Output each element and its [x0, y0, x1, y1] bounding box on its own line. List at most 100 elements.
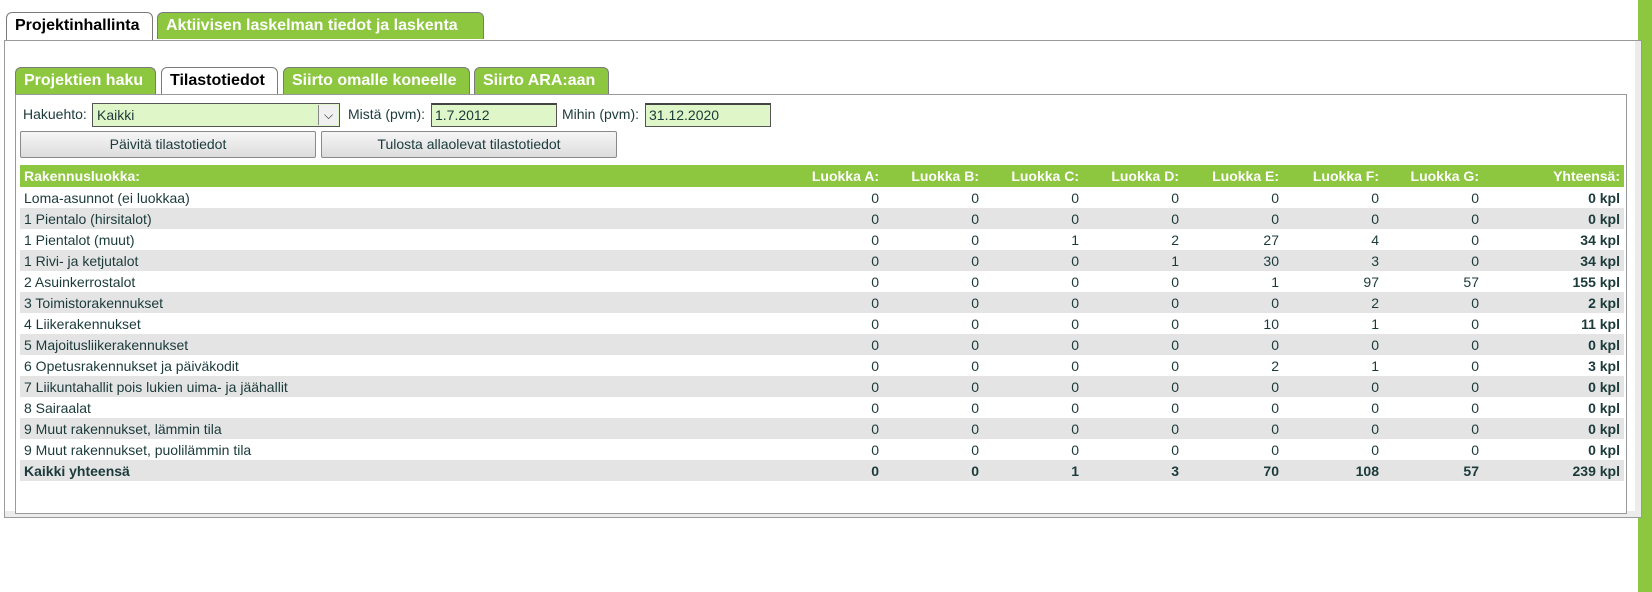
cell-d: 0 — [1083, 208, 1183, 229]
cell-b: 0 — [971, 189, 979, 206]
cell-c: 0 — [983, 376, 1083, 397]
sum-a: 0 — [783, 460, 883, 481]
cell-c: 0 — [983, 250, 1083, 271]
cell-a: 0 — [783, 418, 883, 439]
cell-g: 0 — [1471, 399, 1479, 416]
cell-e: 10 — [1263, 315, 1279, 332]
tab-aktiivisen-laskelman[interactable]: Aktiivisen laskelman tiedot ja laskenta — [157, 12, 484, 39]
mihin-date-input[interactable]: 31.12.2020 — [645, 103, 771, 127]
cell-d: 0 — [1171, 273, 1179, 290]
header-yhteensa: Yhteensä: — [1483, 165, 1624, 187]
tab-projektinhallinta[interactable]: Projektinhallinta — [6, 12, 153, 41]
header-luokka-e: Luokka E: — [1183, 165, 1283, 187]
cell-e: 0 — [1183, 376, 1283, 397]
cell-b: 0 — [971, 357, 979, 374]
statistics-panel: Hakuehto: Kaikki ⌵ Mistä (pvm): 1.7.2012… — [15, 94, 1627, 514]
cell-total: 155 kpl — [1572, 273, 1620, 290]
cell-total: 34 kpl — [1483, 250, 1624, 271]
summary-label: Kaikki yhteensä — [20, 460, 783, 481]
header-luokka-f: Luokka F: — [1283, 165, 1383, 187]
cell-e: 0 — [1183, 418, 1283, 439]
cell-a: 0 — [871, 441, 879, 458]
cell-b: 0 — [971, 399, 979, 416]
header-luokka-d: Luokka D: — [1083, 165, 1183, 187]
table-row: 5 Majoitusliikerakennukset 0 0 0 0 0 0 0… — [20, 334, 1624, 355]
cell-e: 0 — [1183, 292, 1283, 313]
hakuehto-select[interactable]: Kaikki ⌵ — [92, 103, 340, 127]
cell-e: 1 — [1271, 273, 1279, 290]
cell-b: 0 — [971, 273, 979, 290]
cell-a: 0 — [783, 250, 883, 271]
row-label: 7 Liikuntahallit pois lukien uima- ja jä… — [20, 376, 783, 397]
cell-d: 0 — [1171, 189, 1179, 206]
chevron-down-icon[interactable]: ⌵ — [318, 105, 338, 125]
tab-tilastotiedot[interactable]: Tilastotiedot — [161, 67, 278, 96]
header-luokka-a: Luokka A: — [783, 165, 883, 187]
cell-b: 0 — [883, 334, 983, 355]
table-row: 9 Muut rakennukset, lämmin tila 0 0 0 0 … — [20, 418, 1624, 439]
cell-c: 0 — [1071, 441, 1079, 458]
tab-projektien-haku[interactable]: Projektien haku — [15, 67, 156, 94]
cell-b: 0 — [971, 315, 979, 332]
cell-total: 2 kpl — [1483, 292, 1624, 313]
cell-c: 0 — [983, 208, 1083, 229]
table-row: 3 Toimistorakennukset 0 0 0 0 0 2 0 2 kp… — [20, 292, 1624, 313]
cell-g: 57 — [1463, 273, 1479, 290]
cell-f: 0 — [1371, 441, 1379, 458]
cell-total: 34 kpl — [1580, 231, 1620, 248]
mista-date-input[interactable]: 1.7.2012 — [431, 103, 557, 127]
tab-siirto-ara[interactable]: Siirto ARA:aan — [474, 67, 609, 94]
cell-c: 0 — [1071, 273, 1079, 290]
header-luokka-c: Luokka C: — [983, 165, 1083, 187]
cell-total: 0 kpl — [1483, 334, 1624, 355]
tab-siirto-omalle-koneelle[interactable]: Siirto omalle koneelle — [283, 67, 470, 94]
cell-a: 0 — [783, 292, 883, 313]
table-row: 9 Muut rakennukset, puolilämmin tila 0 0… — [20, 439, 1624, 460]
row-label: 9 Muut rakennukset, lämmin tila — [20, 418, 783, 439]
row-label: 4 Liikerakennukset — [24, 315, 141, 332]
cell-g: 0 — [1383, 376, 1483, 397]
print-stats-button[interactable]: Tulosta allaolevat tilastotiedot — [321, 131, 617, 158]
cell-c: 0 — [1071, 189, 1079, 206]
sum-b: 0 — [883, 460, 983, 481]
row-label: 1 Pientalot (muut) — [24, 231, 135, 248]
cell-g: 0 — [1471, 231, 1479, 248]
cell-a: 0 — [871, 315, 879, 332]
mista-label: Mistä (pvm): — [348, 106, 425, 122]
header-rakennusluokka: Rakennusluokka: — [20, 165, 783, 187]
table-row: 4 Liikerakennukset 0 0 0 0 10 1 0 11 kpl — [20, 313, 1624, 334]
cell-a: 0 — [783, 376, 883, 397]
cell-a: 0 — [871, 273, 879, 290]
cell-e: 2 — [1271, 357, 1279, 374]
cell-g: 0 — [1383, 292, 1483, 313]
row-label: 6 Opetusrakennukset ja päiväkodit — [24, 357, 239, 374]
cell-f: 0 — [1283, 334, 1383, 355]
cell-e: 0 — [1183, 208, 1283, 229]
cell-total: 0 kpl — [1588, 189, 1620, 206]
cell-d: 0 — [1083, 334, 1183, 355]
update-stats-button[interactable]: Päivitä tilastotiedot — [20, 131, 316, 158]
cell-e: 27 — [1263, 231, 1279, 248]
row-label: 5 Majoitusliikerakennukset — [20, 334, 783, 355]
sum-f: 108 — [1283, 460, 1383, 481]
cell-f: 0 — [1371, 189, 1379, 206]
cell-a: 0 — [871, 231, 879, 248]
cell-g: 0 — [1471, 441, 1479, 458]
cell-c: 0 — [983, 334, 1083, 355]
row-label: Loma-asunnot (ei luokkaa) — [24, 189, 190, 206]
cell-b: 0 — [971, 441, 979, 458]
row-label: 3 Toimistorakennukset — [20, 292, 783, 313]
cell-f: 1 — [1371, 357, 1379, 374]
cell-d: 0 — [1083, 292, 1183, 313]
cell-total: 0 kpl — [1588, 399, 1620, 416]
cell-d: 0 — [1083, 376, 1183, 397]
sum-d: 3 — [1083, 460, 1183, 481]
cell-b: 0 — [883, 418, 983, 439]
cell-a: 0 — [871, 399, 879, 416]
row-label: 1 Rivi- ja ketjutalot — [20, 250, 783, 271]
cell-a: 0 — [871, 357, 879, 374]
summary-row: Kaikki yhteensä 0 0 1 3 70 108 57 239 kp… — [20, 460, 1624, 481]
cell-total: 0 kpl — [1483, 418, 1624, 439]
cell-d: 0 — [1171, 357, 1179, 374]
cell-f: 1 — [1371, 315, 1379, 332]
